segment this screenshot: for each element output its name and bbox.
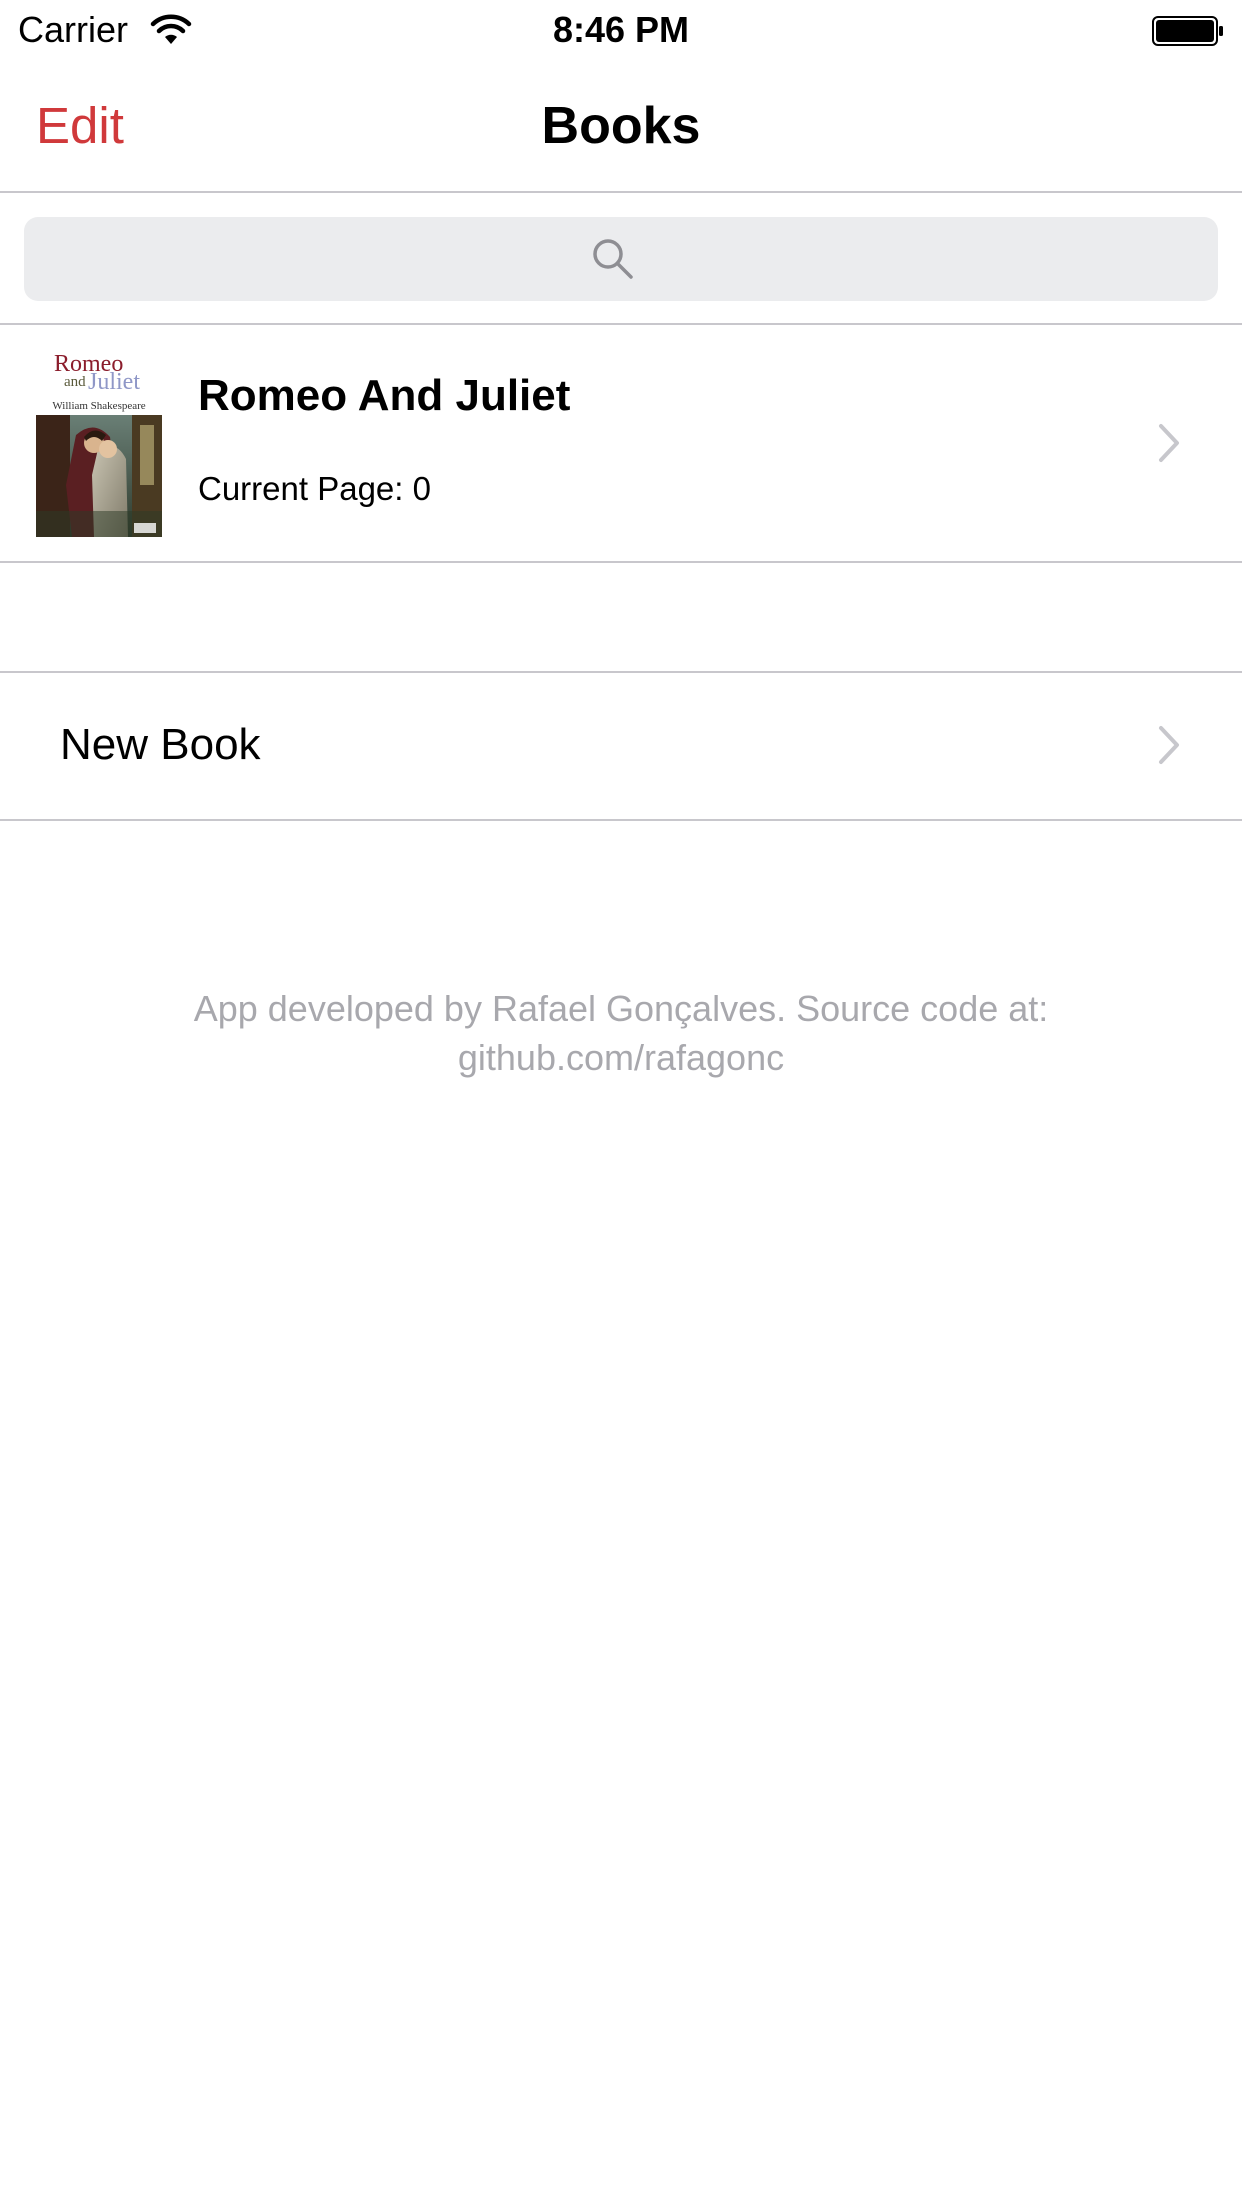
navigation-bar: Edit Books: [0, 60, 1242, 193]
status-bar: Carrier 8:46 PM: [0, 0, 1242, 60]
book-row-romeo-and-juliet[interactable]: Romeo and Juliet William Shakespeare Rom…: [0, 325, 1242, 563]
page-title: Books: [541, 97, 701, 155]
search-icon: [593, 239, 633, 279]
book-title: Romeo And Juliet: [198, 371, 571, 420]
section-spacer: [0, 563, 1242, 673]
new-book-button[interactable]: New Book: [0, 673, 1242, 821]
chevron-right-icon: [1159, 726, 1179, 764]
battery-icon: [1152, 16, 1223, 46]
new-book-label: New Book: [60, 720, 261, 769]
search-field[interactable]: [24, 217, 1222, 303]
cover-author: William Shakespeare: [52, 400, 146, 412]
book-current-page: Current Page: 0: [198, 470, 431, 507]
search-bar: [0, 193, 1242, 325]
chevron-right-icon: [1159, 424, 1179, 462]
cover-painting: [36, 415, 162, 537]
status-time: 8:46 PM: [552, 9, 690, 50]
cover-title-and: and: [64, 374, 86, 390]
footer-credits: App developed by Rafael Gonçalves. Sourc…: [193, 988, 1049, 1078]
cover-title-juliet: Juliet: [88, 369, 140, 395]
book-cover-image: Romeo and Juliet William Shakespeare: [36, 351, 162, 537]
